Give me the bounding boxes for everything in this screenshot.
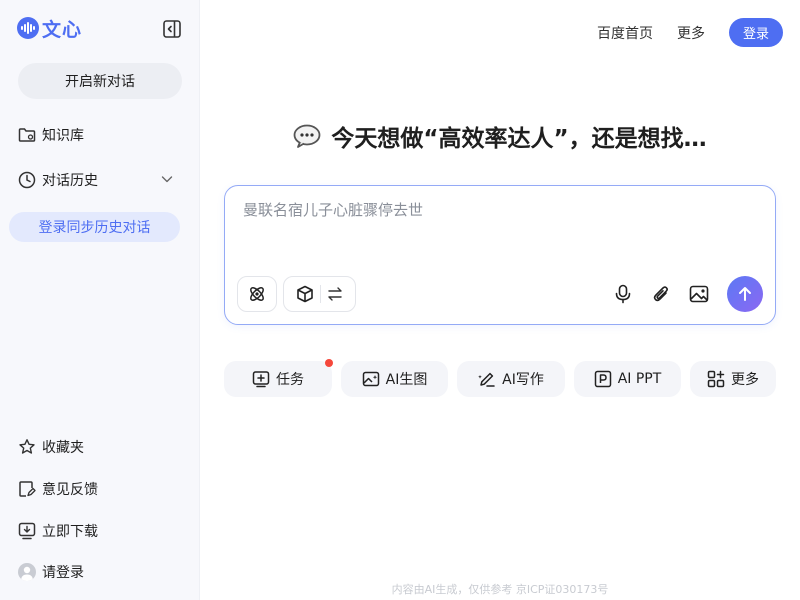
agent-switch-button[interactable] (283, 276, 356, 312)
send-button[interactable] (727, 276, 763, 312)
sidebar-collapse-icon (162, 19, 181, 38)
sidebar-item-label: 知识库 (42, 128, 84, 144)
arrow-up-icon (739, 287, 751, 301)
divider (320, 285, 321, 303)
login-button[interactable]: 登录 (728, 18, 783, 47)
sidebar-item-favorites[interactable]: 收藏夹 (18, 435, 182, 459)
pen-icon (478, 370, 496, 388)
quick-action-ai-ppt[interactable]: AI PPT (574, 361, 681, 397)
notification-badge (325, 359, 333, 367)
headline-text: 今天想做“高效率达人”，还是想找… (331, 126, 707, 152)
collapse-sidebar-button[interactable] (162, 19, 181, 38)
chevron-down-icon[interactable] (160, 172, 174, 190)
download-icon (18, 522, 36, 540)
greeting-headline: 今天想做“高效率达人”，还是想找… (224, 118, 776, 154)
sidebar-item-download[interactable]: 立即下载 (18, 519, 182, 543)
login-sync-history-button[interactable]: 登录同步历史对话 (9, 212, 180, 242)
sidebar-item-label: 对话历史 (42, 173, 98, 189)
switch-arrows-icon (328, 287, 342, 301)
sidebar-item-label: 收藏夹 (42, 440, 84, 456)
footer-disclaimer: 内容由AI生成，仅供参考 京ICP证030173号 (391, 583, 609, 596)
avatar (18, 563, 36, 581)
chat-bubble-icon (293, 124, 321, 148)
feedback-icon (18, 480, 36, 498)
grid-plus-icon (707, 370, 725, 388)
more-link[interactable]: 更多 (677, 23, 705, 43)
atom-icon (250, 287, 264, 301)
sidebar-item-history[interactable]: 对话历史 (18, 168, 182, 192)
image-gen-icon (362, 370, 380, 388)
logo-icon (17, 17, 39, 39)
logo[interactable]: 文心 (17, 16, 83, 41)
quick-action-label: AI PPT (617, 371, 662, 387)
sidebar-item-label: 意见反馈 (42, 482, 98, 498)
folder-icon (18, 126, 36, 144)
quick-action-ai-image[interactable]: AI生图 (341, 361, 448, 397)
cube-icon (297, 285, 313, 303)
model-select-button[interactable] (237, 276, 277, 312)
quick-action-label: 任务 (276, 372, 304, 388)
quick-action-label: AI写作 (502, 372, 544, 388)
prompt-input[interactable] (243, 198, 753, 222)
image-upload-icon[interactable] (689, 284, 709, 304)
task-icon (252, 370, 270, 388)
top-nav: 百度首页 更多 登录 (597, 18, 783, 47)
quick-action-more[interactable]: 更多 (690, 361, 776, 397)
clock-icon (18, 171, 36, 189)
sidebar-item-login[interactable]: 请登录 (18, 560, 182, 584)
sidebar-item-knowledge[interactable]: 知识库 (18, 123, 182, 147)
sidebar: 文心 开启新对话 知识库 对话历史 登录同步历史对话 收藏夹 意见反馈 立即下载… (0, 0, 200, 600)
sidebar-item-feedback[interactable]: 意见反馈 (18, 477, 182, 501)
paperclip-icon[interactable] (651, 284, 671, 304)
quick-action-ai-writing[interactable]: AI写作 (457, 361, 565, 397)
baidu-home-link[interactable]: 百度首页 (597, 23, 653, 43)
star-icon (18, 438, 36, 456)
microphone-icon[interactable] (613, 284, 633, 304)
sidebar-item-label: 请登录 (42, 565, 84, 581)
new-chat-button[interactable]: 开启新对话 (18, 63, 182, 99)
logo-text: 文心 (42, 18, 83, 41)
quick-action-label: 更多 (731, 372, 759, 388)
sidebar-item-label: 立即下载 (42, 524, 98, 540)
quick-action-task[interactable]: 任务 (224, 359, 333, 397)
ppt-icon (594, 370, 612, 388)
chat-input-card (224, 185, 776, 325)
quick-action-label: AI生图 (385, 372, 428, 388)
